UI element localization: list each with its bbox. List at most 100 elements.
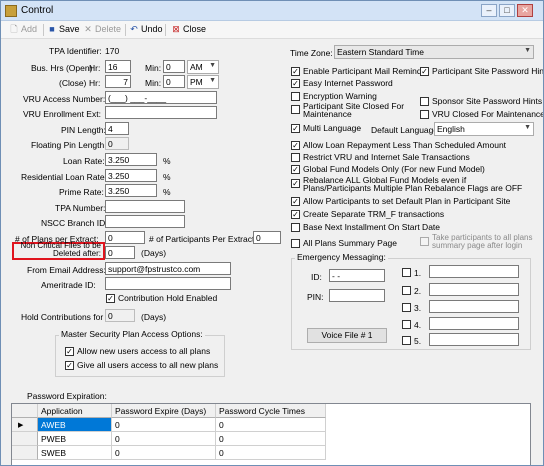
open-ampm-select[interactable]: AM ▼ [187,60,219,74]
take-participants-checkbox[interactable] [420,237,429,246]
table-cell[interactable]: 0 [112,432,216,446]
emergency-id-input[interactable]: - - [329,269,385,282]
site-closed-checkbox[interactable] [291,105,300,114]
from-email-input[interactable]: support@fpstrustco.com [105,262,231,275]
ameritrade-input[interactable] [105,277,231,290]
sponsor-pw-hints-checkbox[interactable] [420,97,429,106]
global-fund-models-checkbox[interactable]: ✓ [291,165,300,174]
save-button[interactable]: ■ Save [47,24,79,34]
hold-contrib-input[interactable]: 0 [105,309,135,322]
loan-rate-percent: % [163,156,171,166]
toolbar: 🗋 Add ■ Save ✕ Delete ↶ Undo ⊠ Close [1,21,543,39]
allow-default-plan-checkbox[interactable]: ✓ [291,197,300,206]
pin-length-input[interactable]: 4 [105,122,129,135]
sponsor-pw-hints-label: Sponsor Site Password Hints [432,96,543,106]
table-cell[interactable]: 0 [216,432,326,446]
message-2-checkbox[interactable] [402,286,411,295]
floating-pin-input[interactable]: 0 [105,137,129,150]
grid-corner [12,404,38,418]
voice-file-button[interactable]: Voice File # 1 [307,328,387,343]
message-3-checkbox[interactable] [402,303,411,312]
undo-button[interactable]: ↶ Undo [129,24,163,34]
vru-enroll-input[interactable] [105,106,217,119]
row-pointer-icon[interactable]: ▶ [12,418,38,432]
message-2-input[interactable] [429,283,519,296]
master-security-label: Master Security Plan Access Options: [59,329,205,339]
easy-internet-pw-label: Easy Internet Password [303,78,393,88]
base-next-checkbox[interactable] [291,223,300,232]
message-1-checkbox[interactable] [402,268,411,277]
enable-mail-reminder-checkbox[interactable]: ✓ [291,67,300,76]
participant-pw-hints-checkbox[interactable]: ✓ [420,67,429,76]
multi-language-checkbox[interactable]: ✓ [291,124,300,133]
default-language-select[interactable]: English ▼ [434,122,534,136]
prime-rate-input[interactable]: 3.250 [105,184,157,197]
table-cell[interactable]: 0 [112,446,216,460]
table-cell[interactable]: SWEB [38,446,112,460]
table-cell[interactable]: 0 [216,418,326,432]
close-hour-input[interactable]: 7 [105,75,131,88]
chevron-down-icon: ▼ [209,77,216,84]
close-icon[interactable]: ✕ [517,4,533,17]
allow-loan-repay-checkbox[interactable]: ✓ [291,141,300,150]
loan-rate-input[interactable]: 3.250 [105,153,157,166]
emergency-id-label: ID: [311,272,322,282]
window-title: Control [21,5,54,16]
table-cell[interactable]: 0 [112,418,216,432]
all-plans-summary-checkbox[interactable] [291,239,300,248]
non-critical-days: (Days) [141,248,167,258]
encryption-warning-label: Encryption Warning [303,91,377,101]
create-trm-checkbox[interactable]: ✓ [291,210,300,219]
close-min-input[interactable]: 0 [163,75,185,88]
restrict-vru-label: Restrict VRU and Internet Sale Transacti… [303,152,470,162]
rebalance-all-label: Rebalance ALL Global Fund Models even if… [303,175,523,193]
open-min-input[interactable]: 0 [163,60,185,73]
restrict-vru-checkbox[interactable] [291,153,300,162]
vru-access-input[interactable]: (___) ___-____ [105,91,217,104]
message-5-input[interactable] [429,333,519,346]
message-5-checkbox[interactable] [402,336,411,345]
plans-per-extract-input[interactable]: 0 [105,231,145,244]
allow-new-users-checkbox[interactable]: ✓ [65,347,74,356]
easy-internet-pw-checkbox[interactable]: ✓ [291,79,300,88]
close-ampm-select[interactable]: PM ▼ [187,75,219,89]
add-button[interactable]: 🗋 Add [9,24,37,34]
give-all-users-checkbox[interactable]: ✓ [65,361,74,370]
grid-header-expire[interactable]: Password Expire (Days) [112,404,216,418]
message-3-input[interactable] [429,300,519,313]
open-hr-label: Hr: [89,63,101,73]
time-zone-select[interactable]: Eastern Standard Time ▼ [334,45,534,59]
table-cell[interactable]: AWEB [38,418,112,432]
undo-label: Undo [141,24,163,34]
tpa-number-input[interactable] [105,200,185,213]
residential-loan-input[interactable]: 3.250 [105,169,157,182]
minimize-icon[interactable]: – [481,4,497,17]
message-4-input[interactable] [429,317,519,330]
allow-default-plan-label: Allow Participants to set Default Plan i… [303,196,511,206]
vru-closed-checkbox[interactable] [420,110,429,119]
maximize-icon[interactable]: □ [499,4,515,17]
rebalance-all-checkbox[interactable]: ✓ [291,179,300,188]
row-header[interactable] [12,446,38,460]
grid-header-application[interactable]: Application [38,404,112,418]
residential-loan-percent: % [163,172,171,182]
nscc-branch-input[interactable] [105,215,185,228]
site-closed-label: Participant Site Closed For Maintenance [303,101,405,119]
table-cell[interactable]: 0 [216,446,326,460]
tpa-identifier-label: TPA Identifier: [49,46,102,56]
table-cell[interactable]: PWEB [38,432,112,446]
encryption-warning-checkbox[interactable] [291,92,300,101]
message-1-label: 1. [414,268,422,278]
message-4-checkbox[interactable] [402,320,411,329]
close-button[interactable]: ⊠ Close [171,24,206,34]
message-1-input[interactable] [429,265,519,278]
participants-per-extract-input[interactable]: 0 [253,231,281,244]
grid-header-cycle[interactable]: Password Cycle Times [216,404,326,418]
delete-button[interactable]: ✕ Delete [83,24,121,34]
row-header[interactable] [12,432,38,446]
emergency-pin-input[interactable] [329,289,385,302]
contribution-hold-checkbox[interactable]: ✓ [106,294,115,303]
non-critical-input[interactable]: 0 [105,246,135,259]
time-zone-value: Eastern Standard Time [337,47,424,57]
open-hour-input[interactable]: 16 [105,60,131,73]
